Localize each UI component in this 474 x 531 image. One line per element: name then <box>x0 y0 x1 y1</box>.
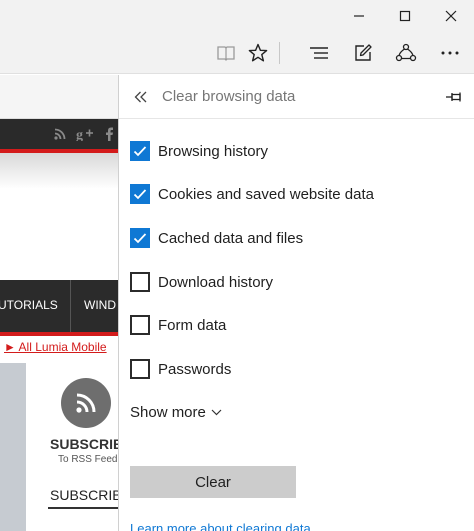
maximize-button[interactable] <box>382 0 428 32</box>
back-button[interactable] <box>131 86 151 108</box>
minimize-button[interactable] <box>336 0 382 32</box>
web-note-icon <box>355 44 372 61</box>
panel-header: Clear browsing data <box>119 75 474 119</box>
cookies-checkbox[interactable] <box>130 184 150 204</box>
rss-subscribe-button[interactable] <box>61 378 111 428</box>
hub-icon <box>310 47 328 59</box>
more-icon <box>441 51 459 55</box>
minimize-icon <box>354 15 364 17</box>
lumia-link[interactable]: ► All Lumia Mobile <box>4 340 107 354</box>
page-image-strip <box>0 363 26 531</box>
pin-icon <box>446 92 461 102</box>
option-cookies[interactable]: Cookies and saved website data <box>130 182 450 206</box>
option-label: Passwords <box>158 360 232 378</box>
checkmark-icon <box>133 233 147 244</box>
option-passwords[interactable]: Passwords <box>130 357 450 381</box>
option-browsing-history[interactable]: Browsing history <box>130 139 450 163</box>
clear-button[interactable]: Clear <box>130 466 296 498</box>
header-shadow <box>0 153 118 189</box>
option-label: Form data <box>158 316 227 334</box>
clear-browsing-data-panel: Clear browsing data Browsing history Coo… <box>118 75 474 531</box>
browser-toolbar <box>0 32 474 74</box>
share-icon <box>395 43 417 62</box>
rss-icon[interactable] <box>54 127 66 143</box>
nav-accent <box>0 332 118 336</box>
subscribe-tab[interactable]: SUBSCRIB <box>50 487 118 503</box>
site-nav-bar: UTORIALS WIND <box>0 280 118 332</box>
favorites-button[interactable] <box>238 32 278 74</box>
nav-item-windows[interactable]: WIND <box>84 298 116 312</box>
show-more-label: Show more <box>130 404 206 421</box>
option-label: Cookies and saved website data <box>158 185 374 203</box>
close-button[interactable] <box>428 0 474 32</box>
close-icon <box>445 10 457 22</box>
learn-more-link[interactable]: Learn more about clearing data <box>130 521 330 531</box>
nav-divider <box>70 280 71 332</box>
rss-feed-label: To RSS Feed <box>58 454 118 465</box>
show-more-toggle[interactable]: Show more <box>130 404 222 421</box>
favorites-star-icon <box>248 43 268 62</box>
option-download-history[interactable]: Download history <box>130 270 450 294</box>
title-bar <box>0 0 474 32</box>
option-label: Browsing history <box>158 142 269 160</box>
maximize-icon <box>399 10 411 22</box>
nav-item-tutorials[interactable]: UTORIALS <box>0 298 58 312</box>
toolbar-separator <box>279 42 280 64</box>
browsing-history-checkbox[interactable] <box>130 141 150 161</box>
hub-button[interactable] <box>299 32 339 74</box>
form-data-checkbox[interactable] <box>130 315 150 335</box>
google-plus-icon[interactable]: g <box>76 127 94 144</box>
checkmark-icon <box>133 146 147 157</box>
facebook-icon[interactable] <box>104 127 114 144</box>
subscribe-tab-underline <box>48 507 118 509</box>
option-label: Download history <box>158 273 274 291</box>
checkmark-icon <box>133 189 147 200</box>
web-page: g UTORIALS WIND ► All Lumia Mobile SUBSC… <box>0 75 118 531</box>
learn-more-label: Learn more about clearing data <box>130 521 311 531</box>
chevron-down-icon <box>211 409 222 416</box>
pin-button[interactable] <box>443 87 465 107</box>
page-top-area <box>0 75 118 119</box>
double-chevron-left-icon <box>134 91 147 103</box>
web-note-button[interactable] <box>343 32 383 74</box>
download-history-checkbox[interactable] <box>130 272 150 292</box>
option-cached-data[interactable]: Cached data and files <box>130 226 450 250</box>
reading-view-icon <box>217 46 235 61</box>
option-label: Cached data and files <box>158 229 304 247</box>
cached-data-checkbox[interactable] <box>130 228 150 248</box>
panel-title: Clear browsing data <box>162 88 296 105</box>
share-button[interactable] <box>386 32 426 74</box>
rss-icon <box>76 393 96 413</box>
passwords-checkbox[interactable] <box>130 359 150 379</box>
option-form-data[interactable]: Form data <box>130 313 450 337</box>
svg-text:g: g <box>76 128 83 141</box>
subscribe-heading: SUBSCRIB <box>50 436 118 452</box>
more-button[interactable] <box>430 32 470 74</box>
